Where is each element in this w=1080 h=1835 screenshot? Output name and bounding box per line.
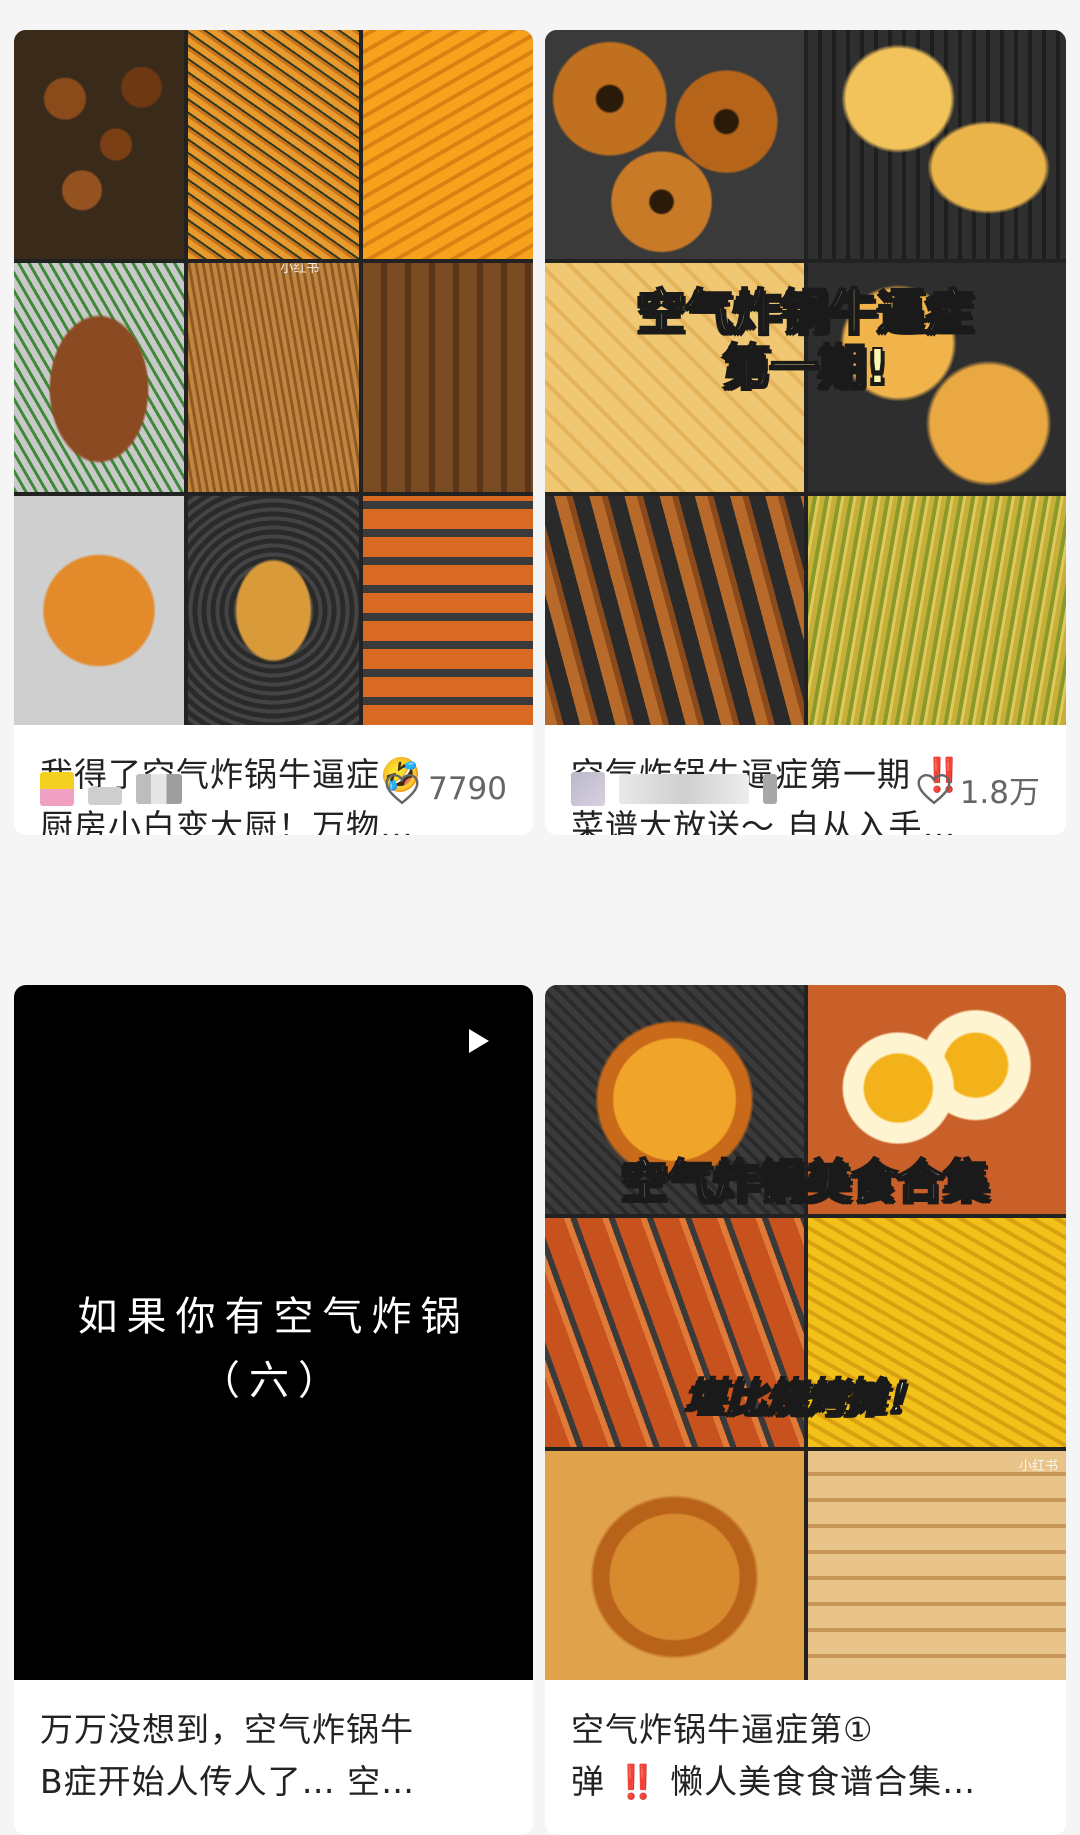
like-count: 1.8万 <box>959 774 1040 811</box>
note-card[interactable]: 小红书 我得了空气炸锅牛逼症🤣 厨房小白变大厨！万物… 7790 <box>14 30 533 835</box>
note-feed: 小红书 我得了空气炸锅牛逼症🤣 厨房小白变大厨！万物… 7790 空气炸锅牛逼症… <box>0 0 1080 1835</box>
avatar[interactable] <box>571 772 605 806</box>
like-button[interactable]: 7790 <box>384 771 507 807</box>
food-photo-chicken-wing <box>545 1451 804 1680</box>
food-photo-corn <box>807 1218 1066 1447</box>
author-name-blurred <box>88 787 122 805</box>
food-photo-skewers <box>545 496 804 725</box>
note-card[interactable]: 小红书 空气炸锅美食合集 堪比烧烤摊！ 空气炸锅牛逼症第① 弹 ‼️ 懒人美食食… <box>545 985 1066 1835</box>
food-photo-lotus-chips <box>545 30 804 259</box>
food-photo-pastry-rolls <box>807 30 1066 259</box>
author-name-blurred <box>619 774 749 804</box>
note-title[interactable]: 空气炸锅牛逼症第① 弹 ‼️ 懒人美食食谱合集… <box>545 1680 1066 1808</box>
food-photo-baguette <box>188 496 359 725</box>
food-photo-tofu-cubes: 小红书 <box>807 1451 1066 1680</box>
note-title[interactable]: 万万没想到，空气炸锅牛 B症开始人传人了… 空… <box>14 1680 533 1808</box>
video-cover-text: 如果你有空气炸锅 （六） <box>77 1294 470 1404</box>
video-cover[interactable]: 如果你有空气炸锅 （六） <box>14 985 533 1680</box>
food-photo-tofu-puffs <box>545 263 804 492</box>
avatar[interactable] <box>40 772 74 806</box>
note-cover-image[interactable]: 小红书 空气炸锅美食合集 堪比烧烤摊！ <box>545 985 1066 1680</box>
note-card[interactable]: 空气炸锅牛逼症 第一期! 空气炸锅牛逼症第一期 ‼️ 菜谱大放送～ 自从入手… … <box>545 30 1066 835</box>
food-photo-chives <box>807 496 1066 725</box>
food-photo-fries-seaweed <box>188 30 359 259</box>
like-count: 7790 <box>428 771 507 807</box>
food-photo-chestnuts <box>14 30 185 259</box>
play-icon <box>469 1029 489 1053</box>
food-photo-tofu-strips <box>545 1218 804 1447</box>
watermark-label: 小红书 <box>280 263 320 276</box>
watermark-label: 小红书 <box>1018 1459 1058 1474</box>
food-photo-fish <box>14 263 185 492</box>
heart-outline-icon <box>916 773 952 805</box>
note-meta: 7790 <box>40 767 507 811</box>
author-info[interactable] <box>40 772 182 806</box>
food-photo-egg-tart <box>545 985 804 1214</box>
author-name-blurred <box>763 774 777 804</box>
note-cover-image[interactable]: 空气炸锅牛逼症 第一期! <box>545 30 1066 725</box>
food-photo-sausages <box>362 496 533 725</box>
food-photo-bread-sesame <box>14 496 185 725</box>
food-photo-sweet-potato-fries <box>362 30 533 259</box>
note-cover-image[interactable]: 小红书 <box>14 30 533 725</box>
author-name-blurred <box>136 774 182 804</box>
food-photo-ribs <box>362 263 533 492</box>
food-photo-enoki: 小红书 <box>188 263 359 492</box>
note-meta: 1.8万 <box>571 767 1040 811</box>
heart-outline-icon <box>384 773 420 805</box>
like-button[interactable]: 1.8万 <box>916 767 1040 812</box>
food-photo-mini-pizza <box>807 263 1066 492</box>
note-card-video[interactable]: 如果你有空气炸锅 （六） 万万没想到，空气炸锅牛 B症开始人传人了… 空… <box>14 985 533 1835</box>
author-info[interactable] <box>571 772 777 806</box>
food-photo-egg-vermicelli <box>807 985 1066 1214</box>
